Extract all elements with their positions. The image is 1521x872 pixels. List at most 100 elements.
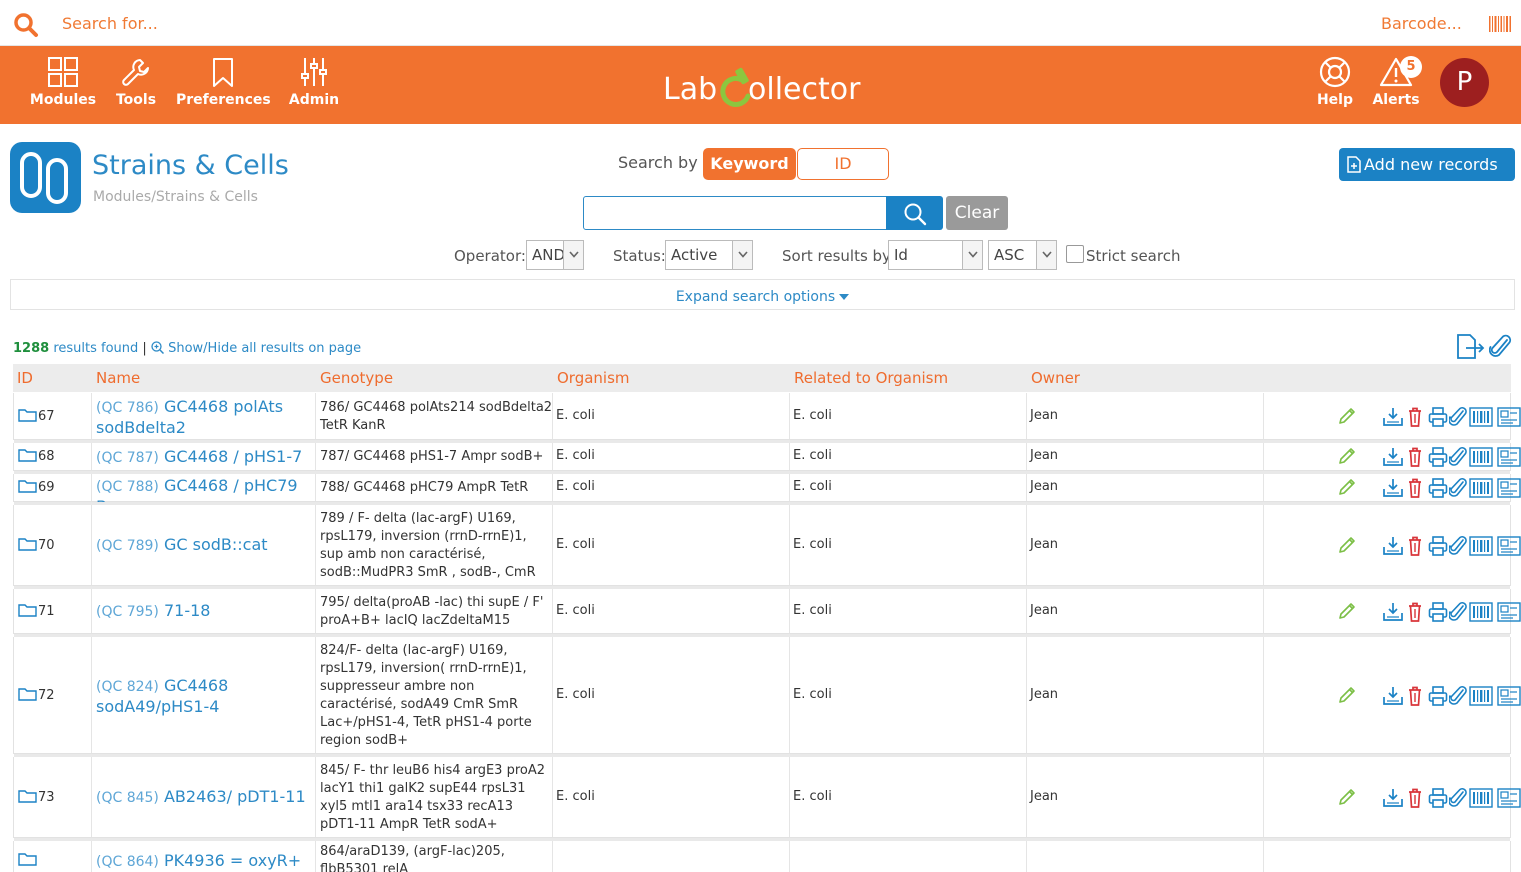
paperclip-icon[interactable]	[1449, 535, 1467, 557]
table-row[interactable]: 70 (QC 789) GC sodB::cat 789 / F- delta (l…	[13, 505, 1521, 589]
table-row[interactable]: 67 (QC 786) GC4468 polAts sodBdelta2 786/ …	[13, 393, 1521, 443]
breadcrumb[interactable]: Modules/Strains & Cells	[93, 189, 258, 205]
label-print-icon[interactable]	[1497, 406, 1521, 428]
download-icon[interactable]	[1382, 406, 1404, 428]
table-row[interactable]: (QC 864) PK4936 = oxyR+ 864/araD139, (arg…	[13, 841, 1511, 872]
download-icon[interactable]	[1382, 601, 1404, 623]
nav-tools[interactable]: Tools	[112, 46, 160, 124]
add-new-records-button[interactable]: Add new records	[1339, 148, 1515, 181]
barcode-icon[interactable]	[1469, 685, 1493, 707]
row-id-cell[interactable]: 71	[18, 603, 55, 619]
barcode-icon[interactable]	[1469, 787, 1493, 809]
label-print-icon[interactable]	[1497, 787, 1521, 809]
row-name-link[interactable]: (QC 864) PK4936 = oxyR+	[96, 851, 310, 872]
download-icon[interactable]	[1382, 477, 1404, 499]
label-print-icon[interactable]	[1497, 477, 1521, 499]
paperclip-icon[interactable]	[1489, 334, 1513, 360]
column-header-name[interactable]: Name	[96, 369, 140, 387]
barcode-icon[interactable]	[1489, 16, 1511, 32]
column-header-genotype[interactable]: Genotype	[320, 369, 393, 387]
print-icon[interactable]	[1428, 787, 1448, 809]
edit-pencil-icon[interactable]	[1337, 535, 1357, 557]
table-row[interactable]: 73 (QC 845) AB2463/ pDT1-11 845/ F- thr le…	[13, 757, 1521, 841]
print-icon[interactable]	[1428, 446, 1448, 468]
trash-icon[interactable]	[1406, 446, 1424, 468]
row-id-cell[interactable]: 72	[18, 687, 55, 703]
barcode-icon[interactable]	[1469, 446, 1493, 468]
column-header-id[interactable]: ID	[17, 369, 33, 387]
row-name-link[interactable]: (QC 789) GC sodB::cat	[96, 535, 310, 556]
print-icon[interactable]	[1428, 535, 1448, 557]
row-id-cell[interactable]: 67	[18, 408, 55, 424]
trash-icon[interactable]	[1406, 477, 1424, 499]
expand-search-options[interactable]: Expand search options	[10, 279, 1515, 310]
nav-preferences[interactable]: Preferences	[176, 46, 271, 124]
paperclip-icon[interactable]	[1449, 601, 1467, 623]
order-select[interactable]: ASC	[988, 240, 1057, 270]
print-icon[interactable]	[1428, 685, 1448, 707]
edit-pencil-icon[interactable]	[1337, 685, 1357, 707]
row-name-link[interactable]: (QC 824) GC4468 sodA49/pHS1-4	[96, 676, 310, 716]
operator-select[interactable]: AND	[526, 240, 584, 270]
row-id-cell[interactable]: 68	[18, 448, 55, 464]
download-icon[interactable]	[1382, 685, 1404, 707]
table-row[interactable]: 71 (QC 795) 71-18 795/ delta(proAB -lac) t…	[13, 589, 1521, 637]
barcode-icon[interactable]	[1469, 535, 1493, 557]
trash-icon[interactable]	[1406, 601, 1424, 623]
trash-icon[interactable]	[1406, 535, 1424, 557]
keyword-search-input[interactable]	[583, 196, 887, 230]
status-select[interactable]: Active	[665, 240, 753, 270]
nav-admin[interactable]: Admin	[288, 46, 340, 124]
row-id-cell[interactable]: 69	[18, 479, 55, 495]
search-submit-button[interactable]	[886, 196, 943, 230]
print-icon[interactable]	[1428, 477, 1448, 499]
paperclip-icon[interactable]	[1449, 685, 1467, 707]
column-header-owner[interactable]: Owner	[1031, 369, 1080, 387]
barcode-icon[interactable]	[1469, 601, 1493, 623]
label-print-icon[interactable]	[1497, 685, 1521, 707]
paperclip-icon[interactable]	[1449, 446, 1467, 468]
row-name-link[interactable]: (QC 786) GC4468 polAts sodBdelta2	[96, 397, 310, 437]
label-print-icon[interactable]	[1497, 446, 1521, 468]
download-icon[interactable]	[1382, 535, 1404, 557]
table-row[interactable]: 68 (QC 787) GC4468 / pHS1-7 787/ GC4468 pH…	[13, 443, 1521, 474]
table-row[interactable]: 72 (QC 824) GC4468 sodA49/pHS1-4 824/F- de…	[13, 637, 1521, 757]
download-icon[interactable]	[1382, 446, 1404, 468]
print-icon[interactable]	[1428, 601, 1448, 623]
sort-select[interactable]: Id	[888, 240, 983, 270]
print-icon[interactable]	[1428, 406, 1448, 428]
user-avatar[interactable]: P	[1440, 58, 1489, 107]
nav-modules[interactable]: Modules	[28, 46, 98, 124]
row-id-cell[interactable]: 73	[18, 789, 55, 805]
column-header-related-organism[interactable]: Related to Organism	[794, 369, 948, 387]
barcode-icon[interactable]	[1469, 477, 1493, 499]
id-tab-button[interactable]: ID	[797, 148, 889, 180]
row-id-cell[interactable]	[18, 852, 38, 868]
keyword-tab-button[interactable]: Keyword	[703, 148, 796, 180]
barcode-search-input[interactable]: Barcode...	[1381, 14, 1462, 33]
global-search-input[interactable]: Search for...	[62, 14, 158, 33]
barcode-icon[interactable]	[1469, 406, 1493, 428]
trash-icon[interactable]	[1406, 787, 1424, 809]
trash-icon[interactable]	[1406, 685, 1424, 707]
paperclip-icon[interactable]	[1449, 477, 1467, 499]
edit-pencil-icon[interactable]	[1337, 446, 1357, 468]
column-header-organism[interactable]: Organism	[557, 369, 630, 387]
download-icon[interactable]	[1382, 787, 1404, 809]
clear-button[interactable]: Clear	[946, 196, 1008, 230]
edit-pencil-icon[interactable]	[1337, 787, 1357, 809]
show-hide-all-results-link[interactable]: Show/Hide all results on page	[168, 341, 361, 356]
trash-icon[interactable]	[1406, 406, 1424, 428]
nav-help[interactable]: Help	[1312, 46, 1358, 124]
table-row[interactable]: 69(QC 788) GC4468 / pHC79 B788/ GC4468 p…	[13, 474, 1521, 516]
row-name-link[interactable]: (QC 787) GC4468 / pHS1-7	[96, 447, 310, 468]
search-icon[interactable]	[13, 12, 39, 38]
label-print-icon[interactable]	[1497, 601, 1521, 623]
row-id-cell[interactable]: 70	[18, 537, 55, 553]
paperclip-icon[interactable]	[1449, 406, 1467, 428]
edit-pencil-icon[interactable]	[1337, 406, 1357, 428]
label-print-icon[interactable]	[1497, 535, 1521, 557]
strict-search-checkbox[interactable]	[1066, 245, 1084, 263]
labcollector-logo[interactable]: Lab ollector	[663, 66, 873, 110]
row-name-link[interactable]: (QC 795) 71-18	[96, 601, 310, 622]
